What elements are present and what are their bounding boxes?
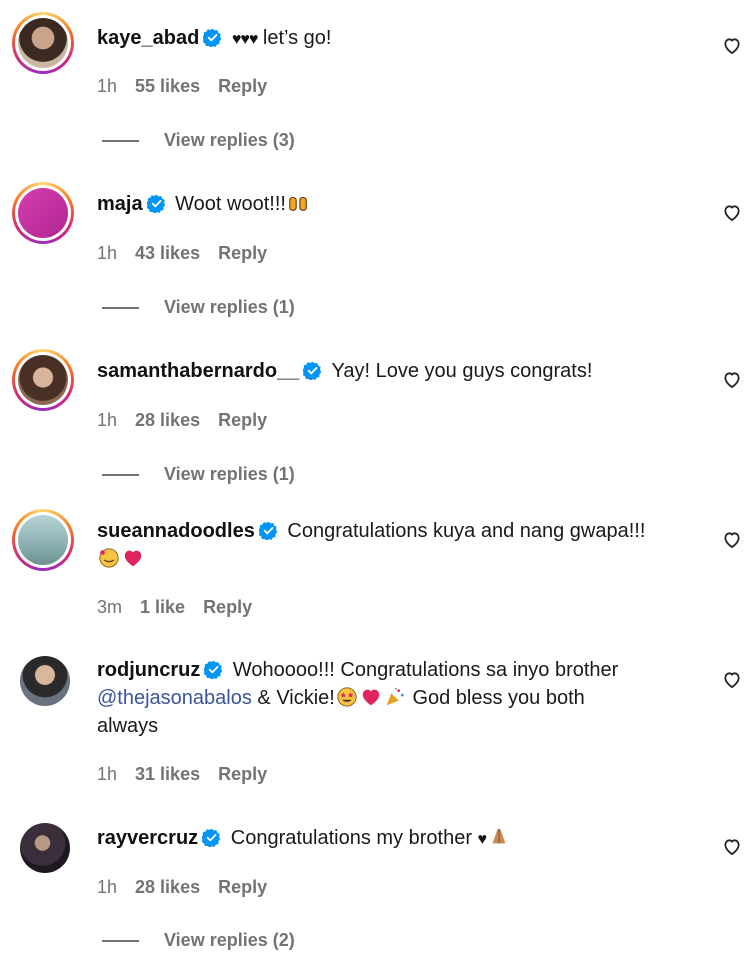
view-replies-button[interactable]: View replies (1) — [102, 297, 295, 318]
view-replies-button[interactable]: View replies (3) — [102, 130, 295, 151]
comment-text: God bless you both — [412, 687, 585, 709]
comment-text: let’s go! — [262, 27, 332, 49]
comment-time: 1h — [97, 243, 118, 263]
divider-line — [102, 473, 139, 476]
comment-time: 1h — [97, 764, 118, 784]
comment-text: Congratulations kuya and nang gwapa!!! — [287, 520, 646, 542]
comment-username[interactable]: sueannadoodles — [97, 520, 255, 542]
raising-hands-emoji-icon — [289, 196, 307, 211]
comment-time: 1h — [97, 76, 118, 96]
smiling-face-hearts-emoji-icon — [99, 548, 119, 568]
comment-time: 3m — [97, 597, 123, 617]
reply-button[interactable]: Reply — [218, 76, 267, 97]
reply-button[interactable]: Reply — [218, 410, 267, 431]
comment-likes[interactable]: 31 likes — [135, 764, 200, 785]
hearts-emoji-icon: ♥♥♥ — [231, 31, 258, 48]
comment-time: 1h — [97, 410, 118, 430]
comment-username[interactable]: rodjuncruz — [97, 659, 200, 681]
comment-likes[interactable]: 28 likes — [135, 877, 200, 898]
avatar[interactable] — [20, 656, 70, 706]
avatar[interactable] — [12, 12, 74, 74]
verified-badge-icon — [303, 361, 322, 380]
comment-text: & Vickie! — [257, 687, 335, 709]
avatar[interactable] — [12, 509, 74, 571]
party-popper-emoji-icon — [386, 687, 404, 706]
folded-hands-emoji-icon — [492, 828, 506, 844]
verified-badge-icon — [203, 28, 222, 47]
reply-button[interactable]: Reply — [218, 243, 267, 264]
avatar[interactable] — [20, 823, 70, 873]
comment-text: Yay! Love you guys congrats! — [331, 360, 593, 382]
comment-text: Wohoooo!!! Congratulations sa inyo broth… — [232, 659, 619, 681]
heart-outline-icon[interactable] — [722, 530, 742, 550]
divider-line — [102, 139, 139, 142]
comment-username[interactable]: kaye_abad — [97, 27, 199, 49]
verified-badge-icon — [259, 521, 278, 540]
black-heart-emoji-icon: ♥ — [477, 831, 488, 848]
comment-likes[interactable]: 1 like — [140, 597, 185, 618]
view-replies-label: View replies (1) — [164, 297, 295, 317]
comment-likes[interactable]: 43 likes — [135, 243, 200, 264]
comment-username[interactable]: maja — [97, 193, 143, 215]
heart-outline-icon[interactable] — [722, 36, 742, 56]
divider-line — [102, 306, 139, 309]
mention-link[interactable]: @thejasonabalos — [97, 687, 252, 709]
red-heart-emoji-icon — [362, 689, 380, 706]
comment-time: 1h — [97, 877, 118, 897]
red-heart-emoji-icon — [124, 550, 142, 567]
verified-badge-icon — [147, 194, 166, 213]
comment-username[interactable]: samanthabernardo__ — [97, 360, 299, 382]
comment-text: Congratulations my brother — [230, 827, 472, 849]
view-replies-button[interactable]: View replies (1) — [102, 464, 295, 485]
view-replies-label: View replies (2) — [164, 930, 295, 950]
comment-text: always — [97, 715, 159, 737]
divider-line — [102, 939, 139, 942]
comment-text: Woot woot!!! — [175, 193, 286, 215]
comment-likes[interactable]: 55 likes — [135, 76, 200, 97]
verified-badge-icon — [202, 828, 221, 847]
view-replies-label: View replies (1) — [164, 464, 295, 484]
heart-outline-icon[interactable] — [722, 837, 742, 857]
avatar[interactable] — [12, 182, 74, 244]
comment-username[interactable]: rayvercruz — [97, 827, 198, 849]
heart-outline-icon[interactable] — [722, 203, 742, 223]
verified-badge-icon — [204, 660, 223, 679]
heart-outline-icon[interactable] — [722, 670, 742, 690]
avatar[interactable] — [12, 349, 74, 411]
view-replies-button[interactable]: View replies (2) — [102, 930, 295, 951]
view-replies-label: View replies (3) — [164, 130, 295, 150]
comment-likes[interactable]: 28 likes — [135, 410, 200, 431]
reply-button[interactable]: Reply — [218, 877, 267, 898]
reply-button[interactable]: Reply — [203, 597, 252, 618]
heart-outline-icon[interactable] — [722, 370, 742, 390]
star-struck-emoji-icon — [337, 687, 357, 707]
reply-button[interactable]: Reply — [218, 764, 267, 785]
